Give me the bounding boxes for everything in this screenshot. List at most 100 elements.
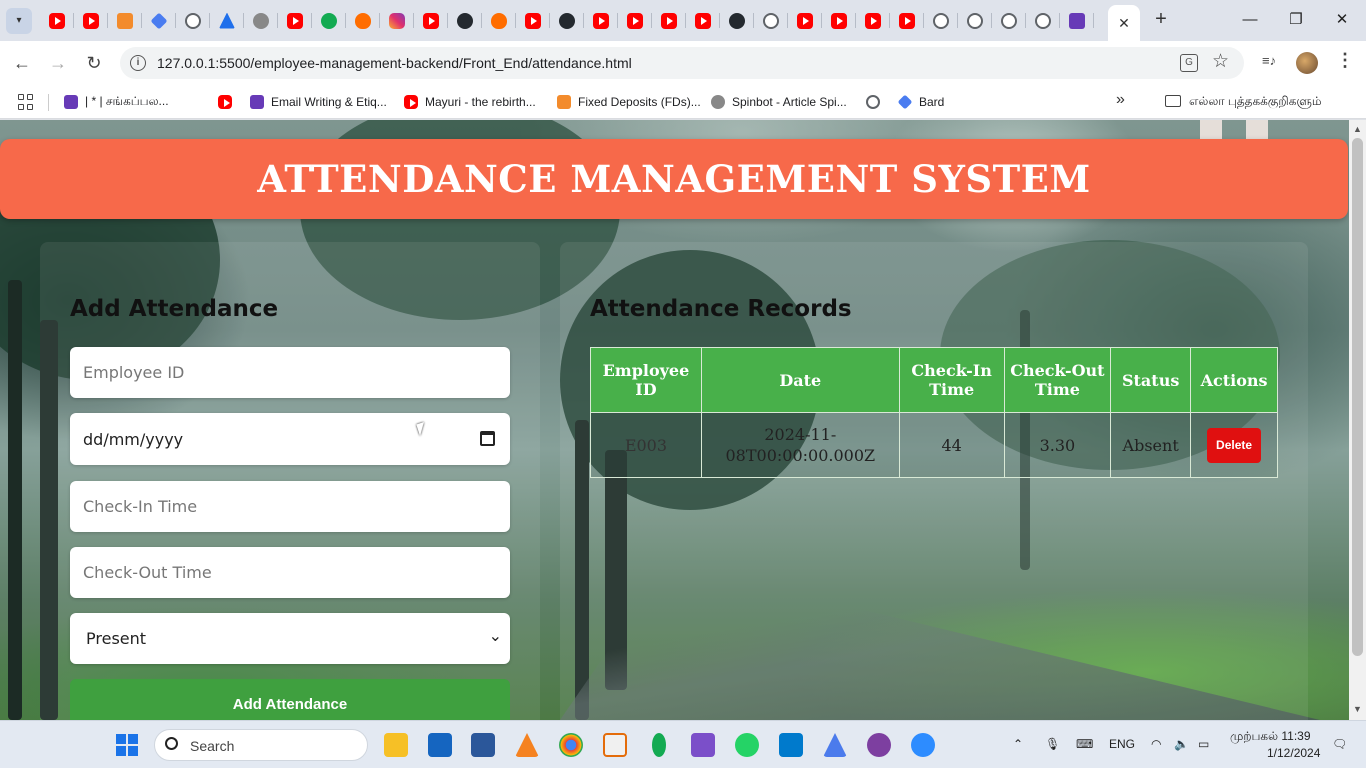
battery-icon[interactable]: ▭ — [1198, 737, 1209, 751]
delete-button[interactable]: Delete — [1207, 427, 1262, 463]
browser-tab[interactable] — [720, 0, 754, 41]
date-input[interactable]: dd/mm/yyyy — [70, 413, 510, 465]
browser-tab[interactable] — [482, 0, 516, 41]
app-icon[interactable] — [823, 733, 847, 757]
scroll-down-arrow-icon[interactable]: ▼ — [1353, 704, 1362, 714]
browser-tab[interactable] — [516, 0, 550, 41]
translate-icon[interactable]: G — [1180, 54, 1198, 72]
browser-tab[interactable] — [448, 0, 482, 41]
browser-tab[interactable] — [788, 0, 822, 41]
address-bar[interactable]: i 127.0.0.1:5500/employee-management-bac… — [120, 47, 1244, 79]
bookmark-item[interactable]: Email Writing & Etiq... — [250, 92, 387, 112]
active-tab-close-button[interactable]: ✕ — [1108, 5, 1140, 41]
all-bookmarks-button[interactable]: எல்லா புத்தகக்குறிகளும் — [1189, 92, 1322, 112]
browser-tab[interactable] — [414, 0, 448, 41]
browser-tab[interactable] — [822, 0, 856, 41]
clock-date[interactable]: 1/12/2024 — [1267, 746, 1320, 760]
chevron-up-icon[interactable]: ⌃ — [1013, 737, 1023, 751]
browser-tab[interactable] — [992, 0, 1026, 41]
scroll-up-arrow-icon[interactable]: ▲ — [1353, 124, 1362, 134]
status-select[interactable]: Present ⌄ — [70, 613, 510, 664]
browser-tab[interactable] — [1026, 0, 1060, 41]
browser-tab[interactable] — [312, 0, 346, 41]
browser-tab[interactable] — [754, 0, 788, 41]
minimize-button[interactable]: — — [1237, 8, 1263, 32]
media-control-icon[interactable]: ≡♪ — [1262, 53, 1280, 68]
browser-tab[interactable] — [176, 0, 210, 41]
bookmark-item[interactable]: Spinbot - Article Spi... — [711, 92, 847, 112]
kebab-menu-icon[interactable]: ⋮ — [1336, 50, 1354, 71]
microsoft-store-icon[interactable] — [428, 733, 452, 757]
language-indicator[interactable]: ENG — [1109, 737, 1135, 751]
file-explorer-icon[interactable] — [384, 733, 408, 757]
back-button[interactable]: ← — [10, 51, 34, 75]
close-window-button[interactable]: ✕ — [1329, 8, 1355, 32]
url-text[interactable]: 127.0.0.1:5500/employee-management-backe… — [157, 55, 632, 71]
bookmark-item[interactable] — [218, 92, 239, 112]
browser-tab[interactable] — [142, 0, 176, 41]
bookmark-item[interactable]: Bard — [897, 92, 944, 112]
apps-grid-icon[interactable] — [18, 94, 34, 110]
vscode-icon[interactable] — [779, 733, 803, 757]
browser-tab[interactable] — [550, 0, 584, 41]
add-attendance-button[interactable]: Add Attendance — [70, 679, 510, 720]
new-tab-button[interactable]: + — [1150, 8, 1172, 30]
taskbar-search-box[interactable]: Search — [154, 729, 368, 761]
profile-avatar[interactable] — [1296, 52, 1318, 74]
scroll-thumb[interactable] — [1352, 138, 1363, 656]
browser-tab[interactable] — [958, 0, 992, 41]
notification-icon[interactable]: 🗨 — [1332, 737, 1347, 751]
mongodb-icon[interactable] — [652, 733, 666, 757]
browser-tab[interactable] — [618, 0, 652, 41]
browser-tab[interactable] — [108, 0, 142, 41]
browser-tab[interactable] — [890, 0, 924, 41]
bookmark-item[interactable]: Fixed Deposits (FDs)... — [557, 92, 701, 112]
browser-tab[interactable] — [278, 0, 312, 41]
yt-favicon-icon — [627, 12, 643, 29]
visual-studio-icon[interactable] — [691, 733, 715, 757]
browser-tab[interactable] — [584, 0, 618, 41]
cell-check-out: 3.30 — [1003, 412, 1112, 478]
browser-tab[interactable] — [1060, 0, 1094, 41]
browser-tab[interactable] — [74, 0, 108, 41]
tab-search-button[interactable]: ▾ — [6, 7, 32, 34]
browser-tab[interactable] — [924, 0, 958, 41]
restore-button[interactable]: ❐ — [1283, 8, 1309, 32]
forward-button[interactable]: → — [46, 51, 70, 75]
app-icon[interactable] — [603, 733, 627, 757]
browser-tab[interactable] — [40, 0, 74, 41]
keyboard-icon[interactable]: ⌨ — [1076, 737, 1093, 751]
bookmark-star-icon[interactable]: ☆ — [1212, 50, 1229, 73]
check-out-time-input[interactable]: Check-Out Time — [70, 547, 510, 598]
whatsapp-icon[interactable] — [735, 733, 759, 757]
volume-icon[interactable]: 🔈 — [1174, 737, 1189, 751]
reload-button[interactable]: ↻ — [82, 51, 106, 75]
folder-icon[interactable] — [1165, 95, 1181, 107]
employee-id-input[interactable]: Employee ID — [70, 347, 510, 398]
wifi-icon[interactable]: ◠ — [1151, 737, 1161, 751]
word-icon[interactable] — [471, 733, 495, 757]
browser-tab[interactable] — [244, 0, 278, 41]
yt-favicon-icon — [525, 12, 541, 29]
browser-tab[interactable] — [686, 0, 720, 41]
browser-tab[interactable] — [210, 0, 244, 41]
info-icon[interactable]: i — [130, 55, 146, 71]
browser-tab[interactable] — [652, 0, 686, 41]
check-in-time-input[interactable]: Check-In Time — [70, 481, 510, 532]
bookmark-item[interactable]: Mayuri - the rebirth... — [404, 92, 536, 112]
bookmark-item[interactable] — [866, 92, 887, 112]
calendar-icon[interactable] — [480, 431, 495, 446]
windows-start-icon[interactable] — [116, 734, 138, 756]
page-scrollbar[interactable]: ▲ ▼ — [1349, 120, 1366, 720]
github-desktop-icon[interactable] — [867, 733, 891, 757]
microphone-icon[interactable]: 🎙 — [1045, 737, 1060, 751]
chrome-icon[interactable] — [559, 733, 583, 757]
browser-tab[interactable] — [346, 0, 380, 41]
vlc-icon[interactable] — [515, 733, 539, 757]
browser-tab[interactable] — [856, 0, 890, 41]
browser-tab[interactable] — [380, 0, 414, 41]
zoom-icon[interactable] — [911, 733, 935, 757]
bookmark-item[interactable]: | * | சங்கப்பல... — [64, 92, 169, 112]
clock-time[interactable]: முற்பகல் 11:39 — [1230, 729, 1311, 745]
bookmarks-overflow-button[interactable]: » — [1116, 91, 1125, 109]
